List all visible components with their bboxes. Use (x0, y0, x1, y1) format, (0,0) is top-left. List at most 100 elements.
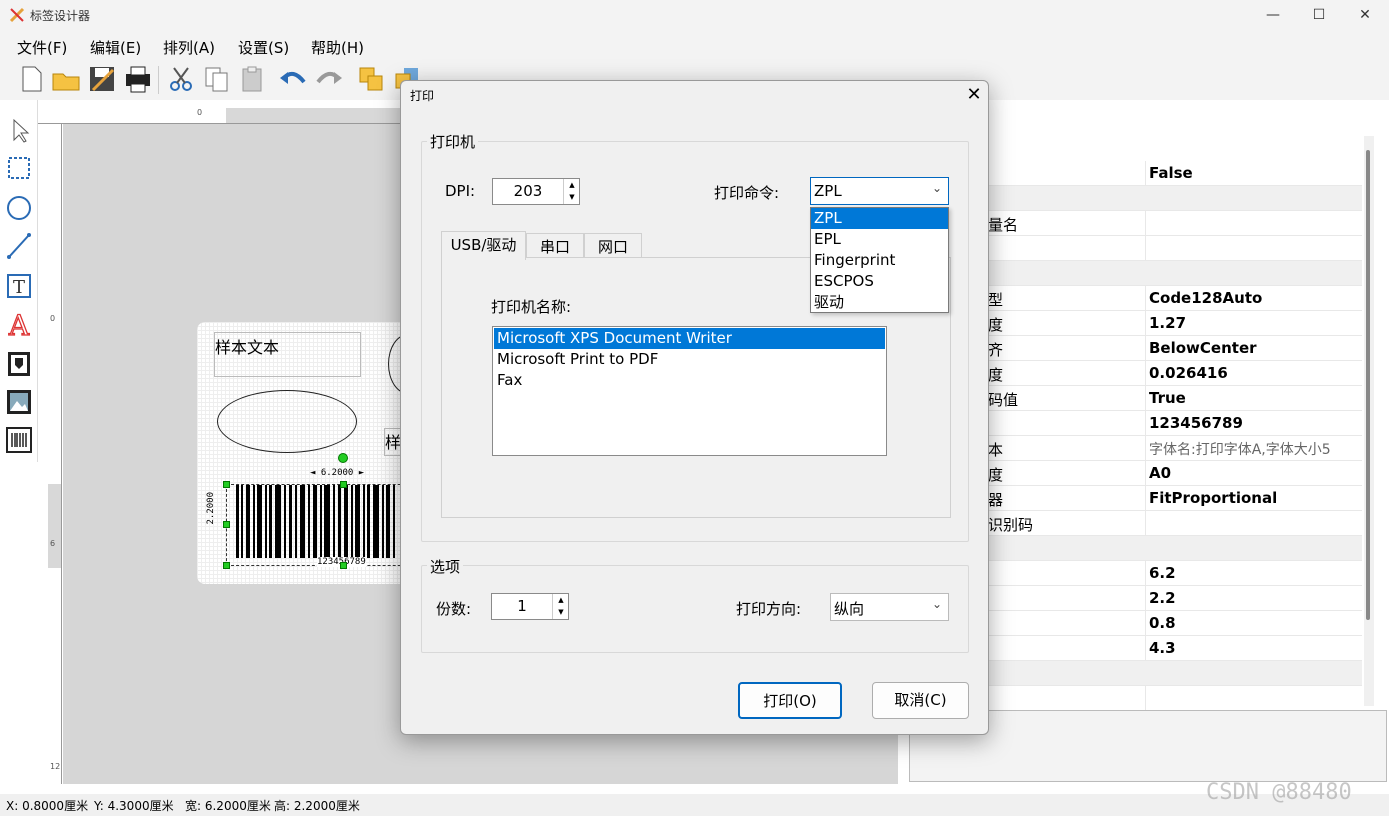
copies-spinner[interactable]: 1 ▲ ▼ (491, 593, 569, 620)
spin-up-icon[interactable]: ▲ (553, 594, 569, 606)
image-tool-icon[interactable] (4, 386, 34, 418)
property-row[interactable]: 4.3 (988, 636, 1362, 661)
property-row[interactable]: 型 Code128Auto (988, 286, 1362, 311)
property-row[interactable]: 本 字体名:打印字体A,字体大小5 (988, 436, 1362, 461)
ruler-mark: 12 (50, 762, 61, 771)
rect-select-icon[interactable] (4, 152, 34, 184)
property-value: FitProportional (1149, 489, 1278, 507)
menu-arrange[interactable]: 排列(A) (163, 37, 215, 58)
tab-usb[interactable]: USB/驱动 (441, 231, 526, 260)
property-divider (1145, 386, 1146, 411)
stamp-tool-icon[interactable] (4, 348, 34, 380)
orientation-select[interactable]: 纵向 ⌄ (830, 593, 949, 621)
copies-label: 份数: (436, 600, 472, 618)
resize-handle[interactable] (340, 562, 347, 569)
spin-down-icon[interactable]: ▼ (564, 191, 580, 203)
property-row[interactable]: 2.2 (988, 586, 1362, 611)
pointer-tool-icon[interactable] (4, 114, 34, 146)
dropdown-option-selected[interactable]: ZPL (811, 208, 948, 229)
copy-icon[interactable] (202, 64, 232, 94)
undo-icon[interactable] (278, 64, 308, 94)
text-tool-icon[interactable]: T (4, 270, 34, 302)
dropdown-option[interactable]: EPL (811, 229, 948, 250)
dropdown-option[interactable]: ESCPOS (811, 271, 948, 292)
property-row[interactable]: 度 A0 (988, 461, 1362, 486)
resize-handle[interactable] (223, 521, 230, 528)
property-divider (1145, 286, 1146, 311)
property-row[interactable]: 齐 BelowCenter (988, 336, 1362, 361)
cut-icon[interactable] (166, 64, 196, 94)
rotate-handle[interactable] (338, 453, 348, 463)
property-name: 器 (988, 491, 1004, 509)
new-file-icon[interactable] (16, 64, 46, 94)
property-row[interactable]: 6.2 (988, 561, 1362, 586)
dpi-spinner[interactable]: 203 ▲ ▼ (492, 178, 580, 205)
property-scroll-thumb[interactable] (1366, 150, 1370, 620)
property-row[interactable]: 码值 True (988, 386, 1362, 411)
property-row[interactable]: False (988, 161, 1362, 186)
property-value: 0.026416 (1149, 364, 1228, 382)
ellipse-tool-icon[interactable] (4, 192, 34, 224)
menu-settings[interactable]: 设置(S) (238, 37, 289, 58)
spin-down-icon[interactable]: ▼ (553, 606, 569, 618)
print-button[interactable]: 打印(O) (738, 682, 842, 719)
close-window-button[interactable]: ✕ (1342, 0, 1388, 30)
save-icon[interactable] (87, 64, 117, 94)
font-tool-icon[interactable]: A (4, 308, 34, 340)
options-group-label: 选项 (427, 556, 464, 577)
chevron-down-icon: ⌄ (931, 181, 942, 195)
menu-file[interactable]: 文件(F) (17, 37, 67, 58)
dpi-spin-buttons: ▲ ▼ (563, 179, 579, 204)
property-row[interactable]: 器 FitProportional (988, 486, 1362, 511)
text-object[interactable]: 样本文本 (214, 332, 361, 377)
property-value: 1.27 (1149, 314, 1187, 332)
printer-list[interactable]: Microsoft XPS Document Writer Microsoft … (492, 326, 887, 456)
menu-bar: 文件(F) 编辑(E) 排列(A) 设置(S) 帮助(H) (0, 30, 1389, 60)
paste-icon[interactable] (238, 64, 268, 94)
property-row[interactable]: 量名 (988, 211, 1362, 236)
property-row[interactable]: 0.8 (988, 611, 1362, 636)
property-name: 齐 (988, 341, 1004, 359)
open-folder-icon[interactable] (51, 64, 81, 94)
bring-front-icon[interactable] (356, 64, 386, 94)
property-row[interactable] (988, 686, 1362, 711)
line-tool-icon[interactable] (4, 230, 34, 262)
copies-value: 1 (517, 597, 527, 615)
resize-handle[interactable] (223, 562, 230, 569)
cancel-button[interactable]: 取消(C) (872, 682, 969, 719)
redo-icon[interactable] (314, 64, 344, 94)
minimize-button[interactable]: — (1250, 0, 1296, 30)
ruler-mark: 0 (50, 314, 56, 323)
property-name: 量名 (988, 216, 1019, 234)
dropdown-option[interactable]: 驱动 (811, 292, 948, 313)
property-row[interactable]: 度 1.27 (988, 311, 1362, 336)
dialog-close-button[interactable]: ✕ (961, 83, 987, 107)
printer-item[interactable]: Microsoft Print to PDF (494, 349, 885, 370)
dropdown-option[interactable]: Fingerprint (811, 250, 948, 271)
barcode-tool-icon[interactable] (4, 424, 34, 456)
property-row[interactable]: 123456789 (988, 411, 1362, 436)
menu-help[interactable]: 帮助(H) (311, 37, 364, 58)
tab-network[interactable]: 网口 (584, 233, 642, 260)
spin-up-icon[interactable]: ▲ (564, 179, 580, 191)
property-category-row (988, 536, 1362, 561)
property-row[interactable] (988, 236, 1362, 261)
property-row[interactable]: 度 0.026416 (988, 361, 1362, 386)
property-divider (1145, 561, 1146, 586)
property-row[interactable]: 识别码 (988, 511, 1362, 536)
barcode-bars (236, 485, 395, 558)
ellipse-object[interactable] (217, 390, 357, 453)
maximize-button[interactable]: ☐ (1296, 0, 1342, 30)
print-command-select[interactable]: ZPL ⌄ (810, 177, 949, 205)
printer-item[interactable]: Fax (494, 370, 885, 391)
property-divider (1145, 686, 1146, 711)
barcode-object[interactable]: 123456789 (226, 484, 426, 567)
resize-handle[interactable] (223, 481, 230, 488)
property-name: 识别码 (988, 516, 1034, 534)
printer-item-selected[interactable]: Microsoft XPS Document Writer (494, 328, 885, 349)
print-icon[interactable] (123, 64, 153, 94)
app-title: 标签设计器 (30, 9, 91, 23)
tab-serial[interactable]: 串口 (526, 233, 584, 260)
menu-edit[interactable]: 编辑(E) (90, 37, 141, 58)
resize-handle[interactable] (340, 481, 347, 488)
